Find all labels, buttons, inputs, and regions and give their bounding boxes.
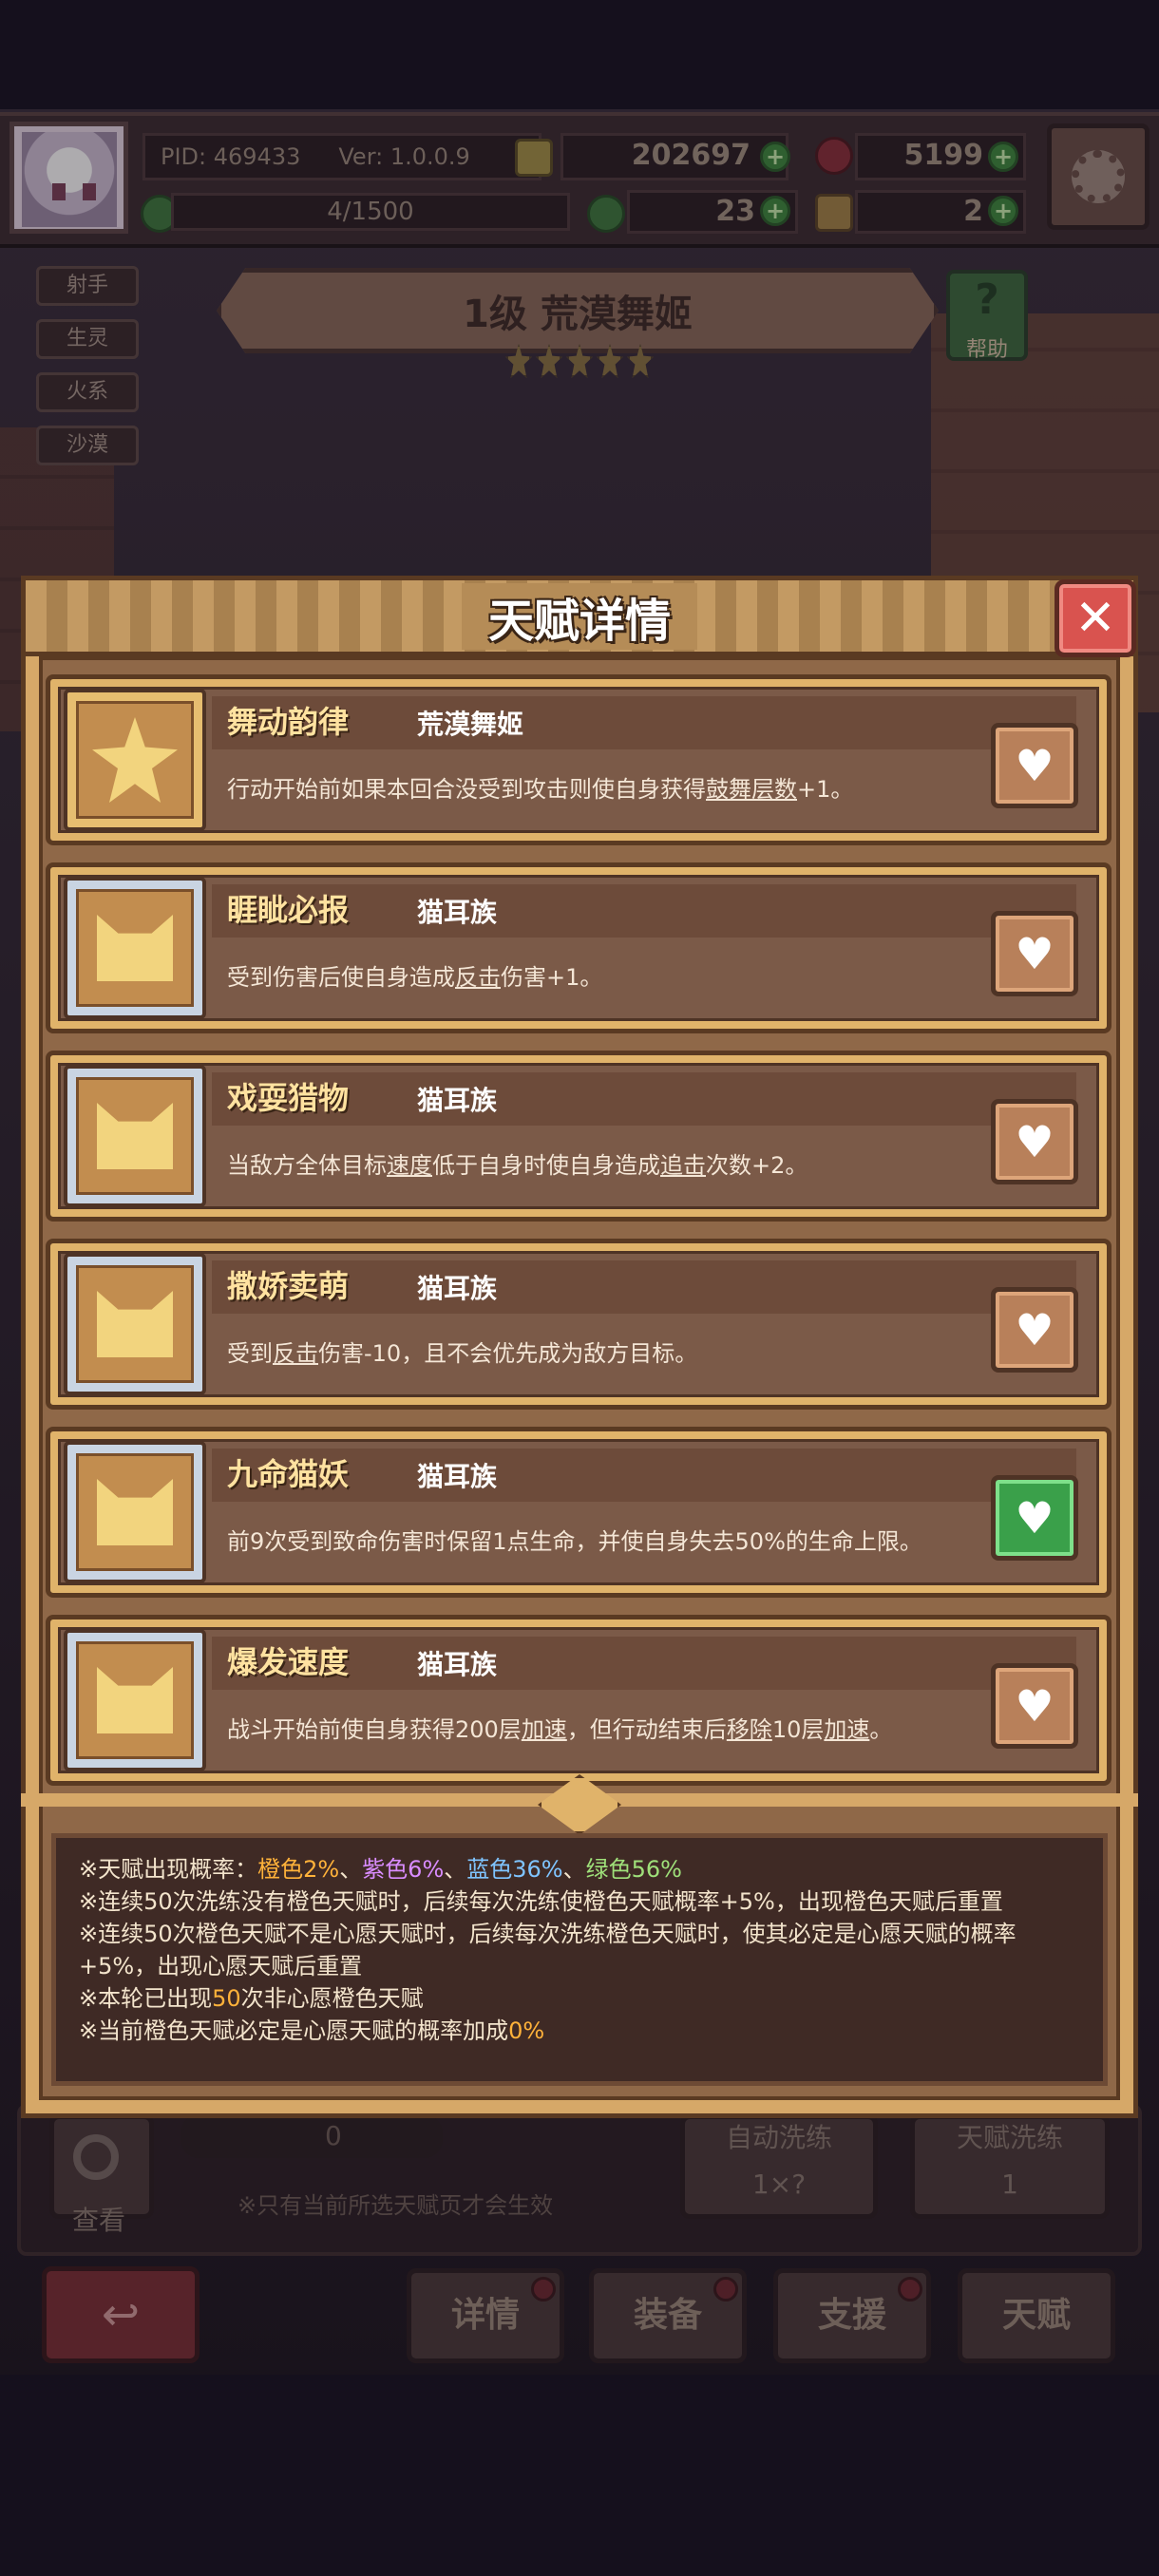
talent-name: 舞动韵律 — [227, 704, 350, 740]
talent-source: 荒漠舞姬 — [417, 709, 524, 740]
cat-icon — [97, 1667, 173, 1733]
info-line-probability: ※天赋出现概率：橙色2%、紫色6%、蓝色36%、绿色56% — [79, 1856, 682, 1883]
talent-card[interactable]: 爆发速度 猫耳族战斗开始前使自身获得200层加速，但行动结束后移除10层加速。 ♥ — [46, 1615, 1112, 1786]
star-icon — [92, 717, 178, 803]
talent-icon — [76, 1641, 194, 1759]
keyword-link[interactable]: 追击 — [660, 1152, 706, 1179]
prob-green: 绿色56% — [585, 1856, 682, 1883]
heart-icon: ♥ — [1015, 928, 1054, 979]
talent-name: 九命猫妖 — [227, 1456, 350, 1492]
cat-icon — [97, 1479, 173, 1545]
talent-name: 睚眦必报 — [227, 892, 350, 928]
info-line-pity-orange: ※连续50次洗练没有橙色天赋时，后续每次洗练使橙色天赋概率+5%，出现橙色天赋后… — [79, 1888, 1003, 1915]
wish-toggle-button[interactable]: ♥ — [991, 1099, 1078, 1184]
info-line-bonus: ※当前橙色天赋必定是心愿天赋的概率加成0% — [79, 2017, 545, 2044]
talent-description: 受到伤害后使自身造成反击伤害+1。 — [227, 964, 603, 991]
talent-name: 爆发速度 — [227, 1644, 350, 1680]
keyword-link[interactable]: 反击 — [273, 1340, 318, 1367]
heart-icon: ♥ — [1015, 1492, 1054, 1544]
keyword-link[interactable]: 加速 — [824, 1716, 869, 1743]
heart-icon: ♥ — [1015, 1304, 1054, 1355]
talent-card[interactable]: 睚眦必报 猫耳族受到伤害后使自身造成反击伤害+1。 ♥ — [46, 862, 1112, 1033]
cat-icon — [97, 915, 173, 981]
keyword-link[interactable]: 移除 — [727, 1716, 772, 1743]
modal-title: 天赋详情 — [461, 582, 697, 650]
talent-source: 猫耳族 — [417, 1649, 498, 1680]
wish-toggle-button[interactable]: ♥ — [991, 1663, 1078, 1749]
talent-icon — [76, 701, 194, 819]
non-wish-count: 50 — [212, 1985, 241, 2012]
talent-probability-info: ※天赋出现概率：橙色2%、紫色6%、蓝色36%、绿色56% ※连续50次洗练没有… — [51, 1833, 1108, 2086]
info-line-pity-wish: ※连续50次橙色天赋不是心愿天赋时，后续每次洗练橙色天赋时，使其必定是心愿天赋的… — [79, 1921, 1016, 1979]
talent-icon — [76, 889, 194, 1007]
close-icon: ✕ — [1074, 590, 1116, 647]
close-button[interactable]: ✕ — [1054, 579, 1136, 657]
talent-name: 撒娇卖萌 — [227, 1268, 350, 1304]
heart-icon: ♥ — [1015, 1680, 1054, 1732]
prob-purple: 紫色6% — [362, 1856, 445, 1883]
talent-description: 战斗开始前使自身获得200层加速，但行动结束后移除10层加速。 — [227, 1716, 893, 1743]
prob-orange: 橙色2% — [257, 1856, 340, 1883]
talent-icon-frame — [64, 877, 206, 1019]
prob-blue: 蓝色36% — [466, 1856, 563, 1883]
talent-card[interactable]: 戏耍猎物 猫耳族当敌方全体目标速度低于自身时使自身造成追击次数+2。 ♥ — [46, 1051, 1112, 1222]
talent-source: 猫耳族 — [417, 1461, 498, 1492]
keyword-link[interactable]: 鼓舞层数 — [706, 776, 797, 803]
keyword-link[interactable]: 反击 — [455, 964, 501, 991]
cat-icon — [97, 1291, 173, 1357]
keyword-link[interactable]: 速度 — [387, 1152, 432, 1179]
talent-source: 猫耳族 — [417, 1273, 498, 1304]
wish-toggle-button[interactable]: ♥ — [991, 723, 1078, 808]
talent-description: 当敌方全体目标速度低于自身时使自身造成追击次数+2。 — [227, 1152, 808, 1179]
heart-icon: ♥ — [1015, 740, 1054, 791]
wish-toggle-button[interactable]: ♥ — [991, 911, 1078, 996]
talent-icon-frame — [64, 1065, 206, 1207]
talent-source: 猫耳族 — [417, 1085, 498, 1116]
talent-source: 猫耳族 — [417, 897, 498, 928]
talent-name: 戏耍猎物 — [227, 1080, 350, 1116]
talent-icon — [76, 1077, 194, 1195]
talent-card[interactable]: 舞动韵律 荒漠舞姬行动开始前如果本回合没受到攻击则使自身获得鼓舞层数+1。 ♥ — [46, 674, 1112, 845]
talent-icon-frame — [64, 1629, 206, 1771]
talent-description: 行动开始前如果本回合没受到攻击则使自身获得鼓舞层数+1。 — [227, 776, 854, 803]
talent-icon-frame — [64, 689, 206, 831]
talent-icon-frame — [64, 1253, 206, 1395]
wish-toggle-button[interactable]: ♥ — [991, 1287, 1078, 1373]
heart-icon: ♥ — [1015, 1116, 1054, 1167]
wish-bonus-value: 0% — [508, 2017, 545, 2044]
talent-icon-frame — [64, 1441, 206, 1583]
info-line-count: ※本轮已出现50次非心愿橙色天赋 — [79, 1985, 424, 2012]
talent-description: 前9次受到致命伤害时保留1点生命，并使自身失去50%的生命上限。 — [227, 1528, 922, 1555]
talent-card[interactable]: 九命猫妖 猫耳族前9次受到致命伤害时保留1点生命，并使自身失去50%的生命上限。 ♥ — [46, 1427, 1112, 1598]
modal-title-bar: 天赋详情 — [26, 580, 1133, 656]
talent-icon — [76, 1265, 194, 1383]
cat-icon — [97, 1103, 173, 1169]
talent-card[interactable]: 撒娇卖萌 猫耳族受到反击伤害-10，且不会优先成为敌方目标。 ♥ — [46, 1239, 1112, 1410]
wish-toggle-button[interactable]: ♥ — [991, 1475, 1078, 1561]
talent-description: 受到反击伤害-10，且不会优先成为敌方目标。 — [227, 1340, 698, 1367]
talent-icon — [76, 1453, 194, 1571]
keyword-link[interactable]: 加速 — [522, 1716, 567, 1743]
